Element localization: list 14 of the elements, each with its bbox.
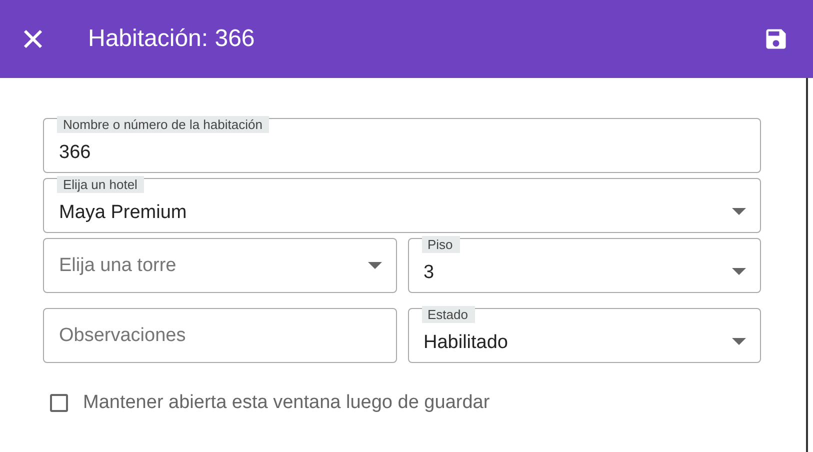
close-icon[interactable] [22,28,44,50]
field-label: Nombre o número de la habitación [57,116,270,133]
field-label: Elija un hotel [57,176,144,193]
dropdown-caret-icon [732,208,746,216]
dropdown-caret-icon [732,338,746,346]
window-title: Habitación: 366 [88,25,256,53]
field-label: Estado [422,306,475,323]
dropdown-caret-icon [732,268,746,276]
dropdown-caret-icon [368,262,382,270]
checkbox-label: Mantener abierta esta ventana luego de guardar [83,392,490,414]
select-field[interactable]: Elija una torre [43,238,396,293]
input-field[interactable]: Observaciones [43,308,396,363]
field-label: Piso [422,236,460,253]
checkbox[interactable] [50,394,68,412]
